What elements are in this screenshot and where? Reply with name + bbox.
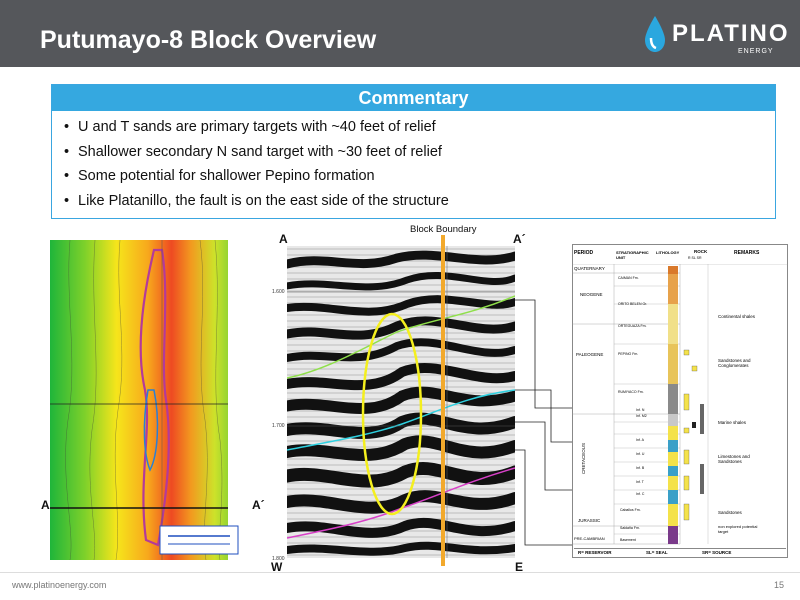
seismic-label-a-prime: A´ [513,232,526,246]
strat-unit: Saldaña Fm. [620,526,640,530]
strat-unit: Inf. N [636,408,645,412]
seismic-tick: 1.700 [272,423,285,429]
strat-period: CRETACEOUS [580,443,586,474]
commentary-item: Some potential for shallower Pepino form… [64,164,775,189]
strat-unit: Inf. T [636,480,644,484]
strat-period: PRE-CAMBRIAN [574,536,605,541]
commentary-item: Shallower secondary N sand target with ~… [64,140,775,165]
strat-column-graphic [572,264,788,545]
strat-unit: ORITO BELEN Gr. [618,302,648,306]
strat-legend: SR= SOURCE [702,550,732,555]
strat-unit: CAIMAN Fm. [618,276,639,280]
commentary-item: Like Platanillo, the fault is on the eas… [64,189,775,214]
block-boundary-line [441,235,445,566]
drop-icon [645,16,665,52]
strat-unit: Inf. C [636,492,645,496]
strat-period: QUATERNARY [574,266,605,271]
logo-subtitle: ENERGY [738,48,774,55]
strat-unit: ORTEGUAZA Fm. [618,324,647,328]
strat-header-rock: ROCK [694,249,708,254]
strat-period: JURASSIC [578,518,601,523]
seismic-section [287,246,515,558]
strat-unit: Caballos Fm. [620,508,641,512]
page-title: Putumayo-8 Block Overview [40,26,377,54]
strat-header-lithology: LITHOLOGY [656,250,680,255]
footer-url: www.platinoenergy.com [12,580,107,590]
strat-period: PALEOGENE [576,352,604,357]
strat-remark: Sandstones [718,510,742,515]
strat-period: NEOGENE [580,292,603,297]
map-label-a: A [41,498,50,512]
strat-legend: SL= SEAL [646,550,668,555]
stratigraphic-column: PERIOD STRATIGRAPHIC UNIT LITHOLOGY ROCK… [572,244,788,558]
slide-header: Putumayo-8 Block Overview PLATINO ENERGY [0,0,800,67]
page-number: 15 [774,580,785,590]
strat-remark: Marine shales [718,420,747,425]
strat-unit: Inf. A [636,438,644,442]
strat-header-period: PERIOD [574,250,594,256]
strat-unit: RUMIYACO Fm. [618,390,644,394]
commentary-list: U and T sands are primary targets with ~… [52,111,775,213]
strat-remark: non explored potential target [718,524,758,534]
logo-wordmark: PLATINO [672,20,790,47]
seismic-label-a: A [279,232,288,246]
strat-header-remarks: REMARKS [734,250,760,256]
strat-unit: Inf. B [636,466,645,470]
strat-legend: R= RESERVOIR [578,550,612,555]
map-label-a-prime: A´ [252,498,265,512]
strat-unit: Inf. U [636,452,645,456]
strat-remark: Limestones and Sandstones [718,454,750,464]
strat-unit: Inf. M2 [636,414,647,418]
commentary-title: Commentary [52,85,775,111]
footer-divider [0,572,800,573]
strat-remark: Sandstones and Conglomerates [718,358,751,368]
commentary-box: Commentary U and T sands are primary tar… [51,84,776,219]
strat-unit: Basement [620,538,636,542]
strat-header-rock-sub: R SL SR [688,256,702,260]
block-boundary-label: Block Boundary [410,224,477,235]
strat-header-unit: STRATIGRAPHIC UNIT [616,250,649,260]
seismic-tick: 1.600 [272,289,285,295]
strat-unit: PEPINO Fm. [618,352,639,356]
structure-map [50,240,246,560]
strat-remark: Continental shales [718,314,756,319]
commentary-item: U and T sands are primary targets with ~… [64,115,775,140]
platino-logo: PLATINO ENERGY [640,14,790,60]
